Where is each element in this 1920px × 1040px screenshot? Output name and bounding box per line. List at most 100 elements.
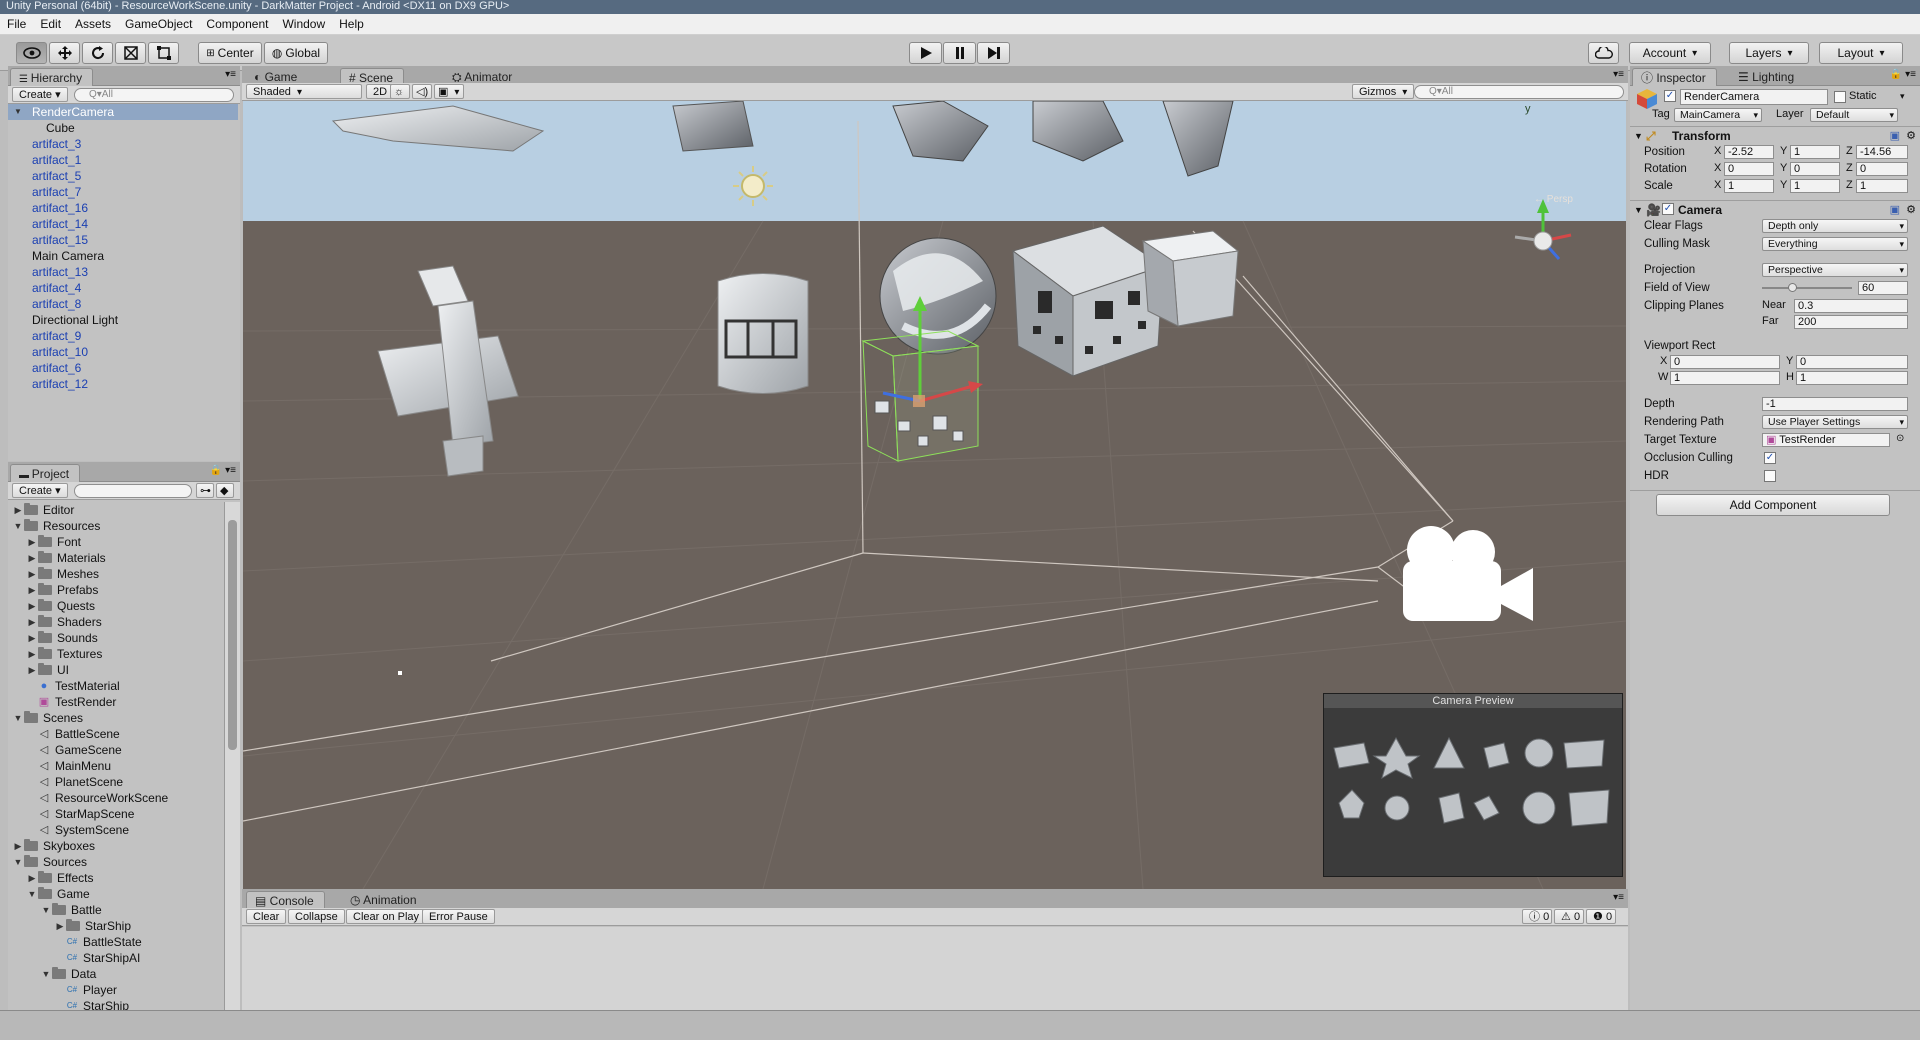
project-asset[interactable]: C# StarShipAI xyxy=(54,950,141,966)
camera-enabled-checkbox[interactable]: ✓ xyxy=(1662,203,1674,215)
console-collapse-button[interactable]: Collapse xyxy=(288,909,345,924)
hierarchy-item[interactable]: artifact_16 xyxy=(8,200,238,216)
project-folder[interactable]: ▼ Game xyxy=(26,886,90,902)
step-button[interactable] xyxy=(977,42,1010,64)
hierarchy-item[interactable]: artifact_1 xyxy=(8,152,238,168)
scene-audio-button[interactable]: ◁) xyxy=(412,84,432,99)
project-asset[interactable]: C# Player xyxy=(54,982,117,998)
near-field[interactable]: 0.3 xyxy=(1794,299,1908,313)
object-picker-icon[interactable]: ⊙ xyxy=(1896,432,1904,446)
camera-help-icon[interactable]: ▣ xyxy=(1890,201,1900,219)
console-clear-button[interactable]: Clear xyxy=(246,909,287,924)
hierarchy-item[interactable]: artifact_12 xyxy=(8,376,238,392)
tree-fold-arrow[interactable]: ▼ xyxy=(40,902,52,918)
object-active-checkbox[interactable]: ✓ xyxy=(1664,90,1676,102)
hierarchy-item[interactable]: artifact_5 xyxy=(8,168,238,184)
projection-dropdown[interactable]: Perspective xyxy=(1762,263,1908,277)
menu-edit[interactable]: Edit xyxy=(33,14,68,35)
layer-dropdown[interactable]: Default xyxy=(1810,108,1898,122)
tree-fold-arrow[interactable]: ▼ xyxy=(40,966,52,982)
tree-fold-arrow[interactable]: ▼ xyxy=(12,518,24,534)
scene-effects-button[interactable]: ▣ xyxy=(434,84,464,99)
hierarchy-item[interactable]: artifact_13 xyxy=(8,264,238,280)
tab-inspector[interactable]: ⓘ Inspector xyxy=(1632,68,1717,86)
menu-window[interactable]: Window xyxy=(275,14,332,35)
project-scrollbar[interactable] xyxy=(224,502,240,1010)
hierarchy-item[interactable]: Main Camera xyxy=(8,248,238,264)
space-toggle[interactable]: ◍ Global xyxy=(264,42,328,64)
project-folder[interactable]: ▶ Editor xyxy=(12,502,74,518)
filter-label-button[interactable]: ◆ xyxy=(216,483,234,498)
fov-slider-track[interactable] xyxy=(1762,283,1852,292)
tree-fold-arrow[interactable]: ▶ xyxy=(26,598,38,614)
hierarchy-item[interactable]: artifact_14 xyxy=(8,216,238,232)
hdr-checkbox[interactable] xyxy=(1764,470,1776,482)
project-folder[interactable]: ▼ Sources xyxy=(12,854,87,870)
hierarchy-item[interactable]: artifact_10 xyxy=(8,344,238,360)
hierarchy-item[interactable]: artifact_7 xyxy=(8,184,238,200)
add-component-button[interactable]: Add Component xyxy=(1656,494,1890,516)
scene-lighting-button[interactable]: ☼ xyxy=(390,84,410,99)
tab-project[interactable]: ▬ Project xyxy=(10,464,81,482)
project-folder[interactable]: ▼ Scenes xyxy=(12,710,83,726)
clear-flags-dropdown[interactable]: Depth only xyxy=(1762,219,1908,233)
scene-search-input[interactable]: Q▾All xyxy=(1414,85,1624,99)
menu-component[interactable]: Component xyxy=(199,14,275,35)
console-info-toggle[interactable]: ⓘ 0 xyxy=(1522,909,1552,924)
help-icon[interactable]: ▣ xyxy=(1890,127,1900,145)
tree-fold-arrow[interactable]: ▶ xyxy=(26,534,38,550)
project-folder[interactable]: ▶ Quests xyxy=(26,598,95,614)
hierarchy-create-button[interactable]: Create ▾ xyxy=(12,87,68,102)
tree-fold-arrow[interactable]: ▶ xyxy=(26,630,38,646)
position-x-field[interactable]: -2.52 xyxy=(1724,145,1774,159)
static-dropdown-arrow[interactable]: ▾ xyxy=(1900,89,1905,103)
project-folder[interactable]: ▼ Resources xyxy=(12,518,100,534)
vp-h-field[interactable]: 1 xyxy=(1796,371,1908,385)
far-field[interactable]: 200 xyxy=(1794,315,1908,329)
hierarchy-item[interactable]: Directional Light xyxy=(8,312,238,328)
persp-label[interactable]: ← Persp xyxy=(1534,194,1573,205)
pivot-toggle[interactable]: ⊞ Center xyxy=(198,42,262,64)
rotation-y-field[interactable]: 0 xyxy=(1790,162,1840,176)
scale-z-field[interactable]: 1 xyxy=(1856,179,1908,193)
project-folder[interactable]: ▼ Battle xyxy=(40,902,102,918)
tree-fold-arrow[interactable]: ▼ xyxy=(26,886,38,902)
tree-fold-arrow[interactable]: ▶ xyxy=(26,870,38,886)
project-create-button[interactable]: Create ▾ xyxy=(12,483,68,498)
project-asset[interactable]: C# BattleState xyxy=(54,934,142,950)
camera-gear-icon[interactable]: ⚙ xyxy=(1906,201,1916,219)
gizmos-dropdown[interactable]: Gizmos xyxy=(1352,84,1415,99)
settings-gear-icon[interactable]: ⚙ xyxy=(1906,127,1916,145)
project-asset[interactable]: ◁ SystemScene xyxy=(26,822,129,838)
console-error-toggle[interactable]: ❶ 0 xyxy=(1586,909,1616,924)
hierarchy-item[interactable]: Cube xyxy=(8,120,238,136)
project-asset[interactable]: ◁ ResourceWorkScene xyxy=(26,790,168,806)
project-folder[interactable]: ▶ Sounds xyxy=(26,630,98,646)
tree-fold-arrow[interactable]: ▶ xyxy=(26,582,38,598)
project-folder[interactable]: ▶ Effects xyxy=(26,870,93,886)
tree-fold-arrow[interactable]: ▶ xyxy=(26,566,38,582)
fov-field[interactable]: 60 xyxy=(1858,281,1908,295)
menu-assets[interactable]: Assets xyxy=(68,14,118,35)
transform-header[interactable]: ▼ ⤢ Transform ▣ ⚙ xyxy=(1630,126,1920,144)
hierarchy-item[interactable]: artifact_6 xyxy=(8,360,238,376)
hierarchy-item[interactable]: artifact_9 xyxy=(8,328,238,344)
transform-fold-arrow[interactable]: ▼ xyxy=(1634,127,1643,145)
fov-slider-thumb[interactable] xyxy=(1787,283,1797,292)
hand-tool-button[interactable] xyxy=(16,42,47,64)
tree-fold-arrow[interactable]: ▶ xyxy=(12,838,24,854)
menu-help[interactable]: Help xyxy=(332,14,371,35)
project-folder[interactable]: ▶ Materials xyxy=(26,550,106,566)
project-folder[interactable]: ▶ Skyboxes xyxy=(12,838,95,854)
tab-lighting[interactable]: ☰ Lighting xyxy=(1730,68,1804,86)
tree-fold-arrow[interactable]: ▶ xyxy=(12,502,24,518)
console-error-pause-button[interactable]: Error Pause xyxy=(422,909,495,924)
play-button[interactable] xyxy=(909,42,942,64)
project-folder[interactable]: ▶ Prefabs xyxy=(26,582,98,598)
project-folder[interactable]: ▶ Textures xyxy=(26,646,102,662)
position-y-field[interactable]: 1 xyxy=(1790,145,1840,159)
rotation-x-field[interactable]: 0 xyxy=(1724,162,1774,176)
project-folder[interactable]: ▶ Shaders xyxy=(26,614,102,630)
tree-fold-arrow[interactable]: ▼ xyxy=(12,854,24,870)
hierarchy-item[interactable]: artifact_8 xyxy=(8,296,238,312)
